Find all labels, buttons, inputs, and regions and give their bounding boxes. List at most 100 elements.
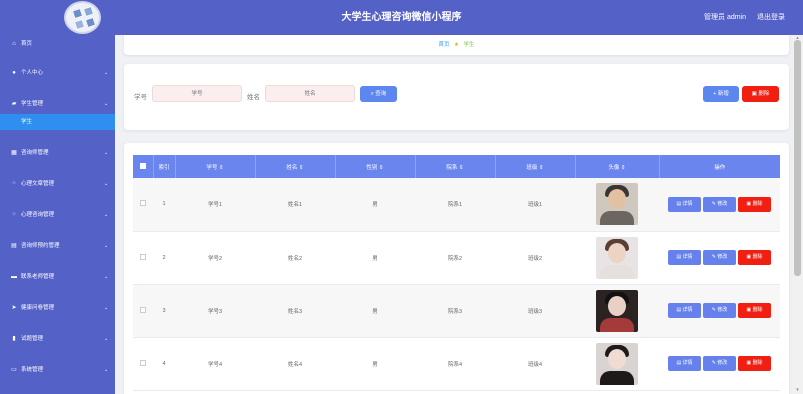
- cell-department: 院系2: [415, 231, 495, 285]
- edit-button[interactable]: ✎ 修改: [703, 196, 736, 212]
- sidebar-subitem-student[interactable]: 学生: [0, 114, 115, 130]
- delete-button[interactable]: ▣ 删除: [738, 250, 771, 265]
- name-label: 姓名: [247, 94, 260, 101]
- cell-department: 院系1: [415, 178, 495, 232]
- avatar[interactable]: [596, 342, 638, 385]
- query-button-label: 查询: [375, 91, 387, 97]
- query-button[interactable]: ⌕ 查询: [360, 86, 397, 102]
- sidebar-item-personal-center[interactable]: ● 个人中心 ⌄: [0, 66, 115, 81]
- breadcrumb-home[interactable]: 首页: [438, 42, 449, 48]
- cell-gender: 男: [335, 284, 415, 338]
- name-input[interactable]: [265, 85, 355, 102]
- sidebar-item-student-management[interactable]: ▰ 学生管理 ⌄: [0, 97, 115, 112]
- delete-button-label: 删除: [758, 91, 770, 97]
- cell-name: 姓名1: [255, 178, 335, 232]
- cell-avatar: [575, 337, 659, 391]
- delete-button[interactable]: ▣ 删除: [738, 196, 771, 212]
- column-header-gender[interactable]: 性别 ⇕: [335, 155, 416, 178]
- computer-icon: ▭: [11, 367, 17, 373]
- sidebar-item-label: 咨询师预约管理: [21, 243, 60, 249]
- sidebar-item-article-management[interactable]: ⁘ 心理文章管理 ⌄: [0, 177, 115, 192]
- table-row: 3 学号3 姓名3 男 院系3 班级3 ▤ 详情 ✎ 修改 ▣ 删除: [133, 284, 780, 338]
- grid-icon: ▦: [11, 150, 17, 156]
- sidebar-item-label: 咨询师管理: [21, 150, 49, 156]
- breadcrumb-card: 首页 ★ 学生: [124, 35, 789, 55]
- student-id-label: 学号: [134, 94, 147, 101]
- avatar[interactable]: [596, 236, 638, 279]
- row-checkbox[interactable]: [133, 231, 153, 285]
- sidebar-item-system-management[interactable]: ▭ 系统管理 ⌄: [0, 363, 115, 378]
- admin-label: 管理员 admin: [704, 14, 747, 21]
- select-all-checkbox[interactable]: [133, 155, 154, 178]
- sidebar-item-label: 个人中心: [21, 70, 44, 76]
- sidebar-item-questionnaire-management[interactable]: ➤ 健康问卷管理 ⌄: [0, 301, 115, 316]
- cell-class: 班级4: [495, 337, 575, 391]
- table-row: 4 学号4 姓名4 男 院系4 班级4 ▤ 详情 ✎ 修改 ▣ 删除: [133, 337, 780, 391]
- add-button-label: 新增: [717, 91, 729, 97]
- batch-delete-button[interactable]: ▣ 删除: [742, 86, 779, 102]
- apps-icon: ⁘: [11, 212, 17, 218]
- cell-gender: 男: [335, 337, 415, 391]
- chevron-down-icon: ⌄: [104, 243, 109, 249]
- row-checkbox[interactable]: [133, 284, 153, 338]
- sidebar-subitem-label: 学生: [21, 119, 33, 125]
- table-row: 1 学号1 姓名1 男 院系1 班级1 ▤ 详情 ✎ 修改 ▣ 删除: [133, 178, 780, 232]
- edit-button[interactable]: ✎ 修改: [703, 356, 736, 371]
- avatar[interactable]: [596, 289, 638, 332]
- edit-button[interactable]: ✎ 修改: [703, 250, 736, 265]
- detail-button[interactable]: ▤ 详情: [668, 250, 701, 265]
- cell-actions: ▤ 详情 ✎ 修改 ▣ 删除: [659, 231, 780, 285]
- sidebar-item-consultation-management[interactable]: ⁘ 心理咨询管理 ⌄: [0, 208, 115, 223]
- chevron-down-icon: ⌄: [104, 150, 109, 156]
- cell-class: 班级3: [495, 284, 575, 338]
- app-title: 大学生心理咨询微信小程序: [341, 12, 462, 23]
- cell-name: 姓名2: [255, 231, 335, 285]
- sidebar-item-label: 试题管理: [21, 336, 44, 342]
- row-checkbox[interactable]: [133, 337, 153, 391]
- cell-actions: ▤ 详情 ✎ 修改 ▣ 删除: [659, 284, 780, 338]
- chevron-down-icon: ⌄: [104, 101, 109, 107]
- column-header-department[interactable]: 院系 ⇕: [415, 155, 496, 178]
- add-button[interactable]: + 新增: [703, 86, 739, 102]
- edit-button[interactable]: ✎ 修改: [703, 303, 736, 318]
- delete-button[interactable]: ▣ 删除: [738, 303, 771, 318]
- apps-icon: ⁘: [11, 181, 17, 187]
- cell-avatar: [575, 231, 659, 285]
- column-header-student-id[interactable]: 学号 ⇕: [175, 155, 256, 178]
- chevron-down-icon: ⌄: [104, 305, 109, 311]
- column-header-name[interactable]: 姓名 ⇕: [255, 155, 336, 178]
- chart-icon: ▮: [12, 336, 16, 342]
- sidebar-item-contact-teacher[interactable]: ▬ 联系老师管理 ⌄: [0, 270, 115, 285]
- chevron-down-icon: ⌄: [104, 181, 109, 187]
- cell-student-id: 学号4: [175, 337, 255, 391]
- sidebar-item-appointment-management[interactable]: ▤ 咨询师预约管理 ⌄: [0, 239, 115, 254]
- chat-icon: ▬: [11, 274, 17, 280]
- column-header-class[interactable]: 班级 ⇕: [495, 155, 576, 178]
- chevron-down-icon: ⌄: [104, 70, 109, 76]
- search-card: 学号 姓名 ⌕ 查询 + 新增 ▣ 删除: [124, 64, 789, 130]
- home-icon: ⌂: [12, 41, 16, 47]
- detail-button[interactable]: ▤ 详情: [668, 196, 701, 212]
- sidebar-item-label: 系统管理: [21, 367, 44, 373]
- row-checkbox[interactable]: [133, 178, 153, 232]
- scrollbar-thumb[interactable]: [794, 40, 801, 276]
- column-header-avatar[interactable]: 头像 ⇕: [575, 155, 660, 178]
- logout-link[interactable]: 退出登录: [757, 12, 785, 22]
- scroll-down-icon[interactable]: ▾: [794, 387, 801, 393]
- cell-class: 班级2: [495, 231, 575, 285]
- avatar[interactable]: [596, 183, 638, 226]
- sidebar-item-label: 健康问卷管理: [21, 305, 55, 311]
- cell-department: 院系4: [415, 337, 495, 391]
- send-icon: ➤: [11, 305, 17, 311]
- sidebar-item-question-management[interactable]: ▮ 试题管理 ⌄: [0, 332, 115, 347]
- cell-actions: ▤ 详情 ✎ 修改 ▣ 删除: [659, 178, 780, 232]
- sidebar-item-home[interactable]: ⌂ 首页: [0, 37, 115, 52]
- sidebar-item-counselor-management[interactable]: ▦ 咨询师管理 ⌄: [0, 146, 115, 161]
- scroll-up-icon[interactable]: ▴: [794, 35, 801, 41]
- detail-button[interactable]: ▤ 详情: [668, 303, 701, 318]
- detail-button[interactable]: ▤ 详情: [668, 356, 701, 371]
- student-id-input[interactable]: [152, 85, 242, 102]
- delete-button[interactable]: ▣ 删除: [738, 356, 771, 371]
- cell-gender: 男: [335, 231, 415, 285]
- cell-actions: ▤ 详情 ✎ 修改 ▣ 删除: [659, 337, 780, 391]
